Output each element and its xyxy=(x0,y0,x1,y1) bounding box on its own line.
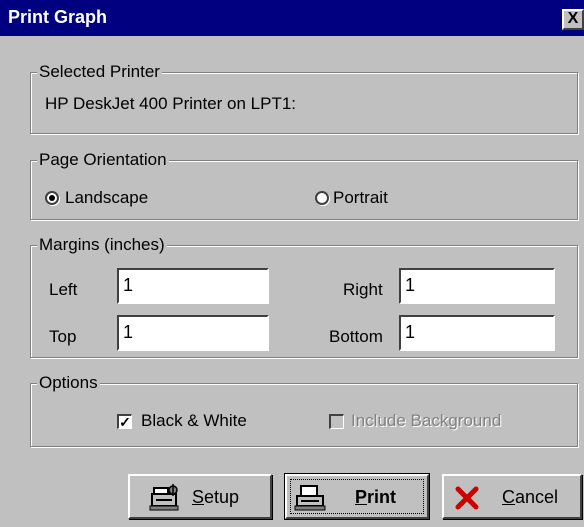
page-orientation-legend: Page Orientation xyxy=(37,150,169,170)
window-title: Print Graph xyxy=(8,7,108,27)
cancel-button[interactable]: Cancel xyxy=(442,474,582,519)
setup-label: Setup xyxy=(192,487,240,507)
checkmark-icon: ✓ xyxy=(119,414,131,430)
title-bar: Print Graph X xyxy=(0,0,584,36)
include-background-label[interactable]: Include Background xyxy=(351,411,501,431)
options-legend: Options xyxy=(37,373,100,393)
printer-setup-icon xyxy=(146,484,180,517)
setup-button[interactable]: Setup xyxy=(128,474,272,519)
landscape-radio[interactable] xyxy=(45,191,59,205)
black-white-label[interactable]: Black & White xyxy=(141,411,247,431)
left-margin-input[interactable]: 1 xyxy=(117,268,269,304)
left-margin-label: Left xyxy=(49,280,78,299)
right-margin-label: Right xyxy=(343,280,383,299)
include-background-checkbox[interactable] xyxy=(329,414,344,429)
black-white-checkbox[interactable]: ✓ xyxy=(117,414,132,429)
options-group: Options ✓ Black & White Include Backgrou… xyxy=(30,373,578,447)
portrait-label[interactable]: Portrait xyxy=(333,188,388,208)
page-orientation-group: Page Orientation Landscape Portrait xyxy=(30,150,578,220)
close-button[interactable]: X xyxy=(562,9,584,30)
portrait-radio[interactable] xyxy=(315,191,329,205)
bottom-margin-label: Bottom xyxy=(329,327,383,346)
close-icon: X xyxy=(567,10,579,27)
red-x-icon xyxy=(454,486,480,515)
landscape-label[interactable]: Landscape xyxy=(65,188,148,208)
margins-group: Margins (inches) Left 1 Right 1 Top 1 Bo… xyxy=(30,235,578,358)
selected-printer-legend: Selected Printer xyxy=(37,62,162,82)
bottom-margin-input[interactable]: 1 xyxy=(399,315,555,351)
print-button[interactable]: Print xyxy=(284,473,430,520)
selected-printer-value: HP DeskJet 400 Printer on LPT1: xyxy=(45,94,297,113)
margins-legend: Margins (inches) xyxy=(37,235,167,255)
radio-selected-dot xyxy=(49,195,55,201)
top-margin-input[interactable]: 1 xyxy=(117,315,269,351)
printer-icon xyxy=(293,484,327,517)
top-margin-label: Top xyxy=(49,327,77,346)
cancel-label: Cancel xyxy=(502,487,559,507)
right-margin-input[interactable]: 1 xyxy=(399,268,555,304)
selected-printer-group: Selected Printer HP DeskJet 400 Printer … xyxy=(30,62,578,134)
print-label: Print xyxy=(355,487,397,507)
